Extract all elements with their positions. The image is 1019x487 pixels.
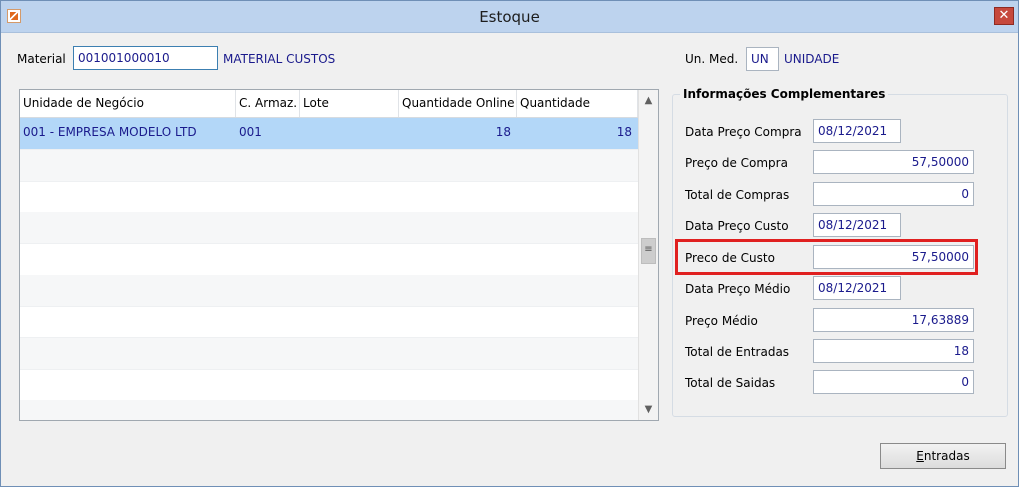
unit-description: UNIDADE xyxy=(784,52,840,66)
data-preco-medio-label: Data Preço Médio xyxy=(685,282,791,296)
col-quantidade[interactable]: Quantidade xyxy=(517,90,638,117)
grid-vertical-scrollbar[interactable]: ▲ ≡ ▼ xyxy=(638,90,658,420)
col-c-armaz[interactable]: C. Armaz. xyxy=(236,90,300,117)
total-entradas-label: Total de Entradas xyxy=(685,345,790,359)
cell-unidade-negocio: 001 - EMPRESA MODELO LTD xyxy=(23,125,197,139)
total-entradas-field[interactable]: 18 xyxy=(813,339,974,363)
preco-medio-field[interactable]: 17,63889 xyxy=(813,308,974,332)
data-preco-compra-label: Data Preço Compra xyxy=(685,125,802,139)
info-group-title: Informações Complementares xyxy=(680,87,889,101)
preco-medio-label: Preço Médio xyxy=(685,314,758,328)
empty-row xyxy=(20,275,638,307)
material-code-input[interactable]: 001001000010 xyxy=(73,46,218,70)
col-quantidade-online[interactable]: Quantidade Online xyxy=(399,90,517,117)
cell-c-armaz: 001 xyxy=(239,125,262,139)
material-label: Material xyxy=(17,52,66,66)
col-lote[interactable]: Lote xyxy=(300,90,399,117)
scroll-up-icon[interactable]: ▲ xyxy=(640,92,657,109)
col-unidade-negocio[interactable]: Unidade de Negócio xyxy=(20,90,236,117)
scroll-down-icon[interactable]: ▼ xyxy=(640,401,657,418)
close-button[interactable]: ✕ xyxy=(994,7,1014,25)
empty-row xyxy=(20,244,638,276)
title-bar: Estoque ✕ xyxy=(1,1,1018,33)
preco-compra-field[interactable]: 57,50000 xyxy=(813,150,974,174)
preco-custo-highlight xyxy=(675,239,978,275)
empty-row xyxy=(20,306,638,338)
empty-row xyxy=(20,369,638,401)
table-row[interactable]: 001 - EMPRESA MODELO LTD 001 18 18 xyxy=(20,118,638,150)
preco-compra-label: Preço de Compra xyxy=(685,156,788,170)
empty-row xyxy=(20,338,638,370)
data-preco-custo-field[interactable]: 08/12/2021 xyxy=(813,213,901,237)
stock-grid[interactable]: Unidade de Negócio C. Armaz. Lote Quanti… xyxy=(19,89,659,421)
unit-label: Un. Med. xyxy=(685,52,739,66)
material-description: MATERIAL CUSTOS xyxy=(223,52,336,66)
grid-header: Unidade de Negócio C. Armaz. Lote Quanti… xyxy=(20,90,640,118)
entradas-mnemonic: E xyxy=(916,449,924,463)
cell-quantidade-online: 18 xyxy=(495,125,511,139)
empty-row xyxy=(20,400,638,420)
entradas-button[interactable]: Entradas xyxy=(880,443,1006,469)
cell-lote xyxy=(300,118,399,149)
total-compras-label: Total de Compras xyxy=(685,188,790,202)
entradas-label: ntradas xyxy=(923,449,970,463)
estoque-window: Estoque ✕ Material 001001000010 MATERIAL… xyxy=(0,0,1019,487)
scroll-thumb[interactable]: ≡ xyxy=(641,238,656,264)
total-compras-field[interactable]: 0 xyxy=(813,182,974,206)
data-preco-medio-field[interactable]: 08/12/2021 xyxy=(813,276,901,300)
total-saidas-field[interactable]: 0 xyxy=(813,370,974,394)
data-preco-compra-field[interactable]: 08/12/2021 xyxy=(813,119,901,143)
empty-row xyxy=(20,150,638,182)
unit-code-input[interactable]: UN xyxy=(746,47,779,71)
total-saidas-label: Total de Saidas xyxy=(685,376,776,390)
empty-row xyxy=(20,212,638,244)
data-preco-custo-label: Data Preço Custo xyxy=(685,219,789,233)
empty-row xyxy=(20,181,638,213)
cell-quantidade: 18 xyxy=(616,125,632,139)
window-title: Estoque xyxy=(479,8,540,26)
